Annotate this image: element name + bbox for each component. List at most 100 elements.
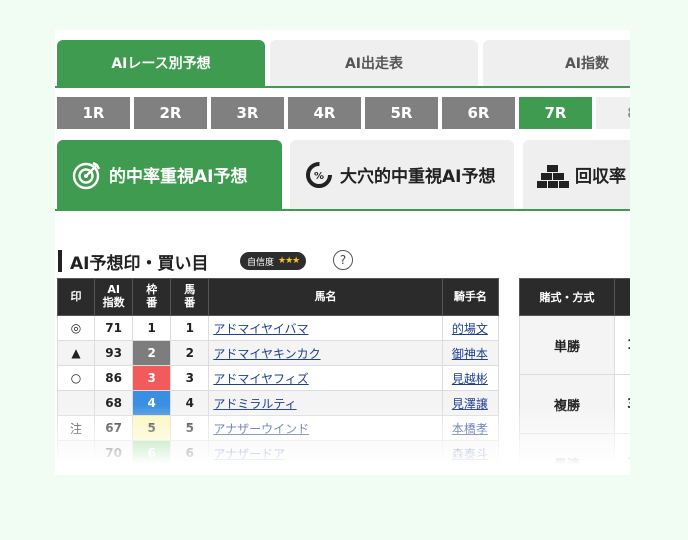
prediction-table: 印 AI 指数 枠 番 馬 番 馬名 騎手名 ◎ 71 1 1 アドマイヤイバマ… <box>56 278 500 466</box>
confidence-stars: ★★★ <box>278 256 300 266</box>
table-row: ▲ 93 2 2 アドマイヤキンカク 御神本 <box>56 340 500 366</box>
mark-cell: ▲ <box>56 340 96 366</box>
waku-cell: 1 <box>132 315 172 341</box>
umaban-cell: 4 <box>170 390 210 416</box>
race-button-2r[interactable]: 2R <box>134 97 207 129</box>
ai-index-cell: 93 <box>94 340 134 366</box>
tab-return-rate-prediction[interactable]: 回収率 <box>523 140 630 209</box>
horse-link[interactable]: アナザーウインド <box>213 422 309 436</box>
race-button-8r[interactable]: 8 <box>596 97 630 129</box>
section-title: AI予想印・買い目 <box>70 254 209 274</box>
horse-name-cell: アドマイヤキンカク <box>208 340 443 366</box>
mark-cell: ◎ <box>56 315 96 341</box>
horse-link[interactable]: アドマイヤイバマ <box>213 322 308 336</box>
tab-longshot-prediction[interactable]: % 大穴的中重視AI予想 <box>290 140 514 209</box>
horse-link[interactable]: アドマイヤキンカク <box>213 347 320 361</box>
bet-type-cell: 複勝 <box>519 374 615 434</box>
section-marker <box>58 250 62 272</box>
header-horse-name: 馬名 <box>208 278 443 316</box>
umaban-cell: 3 <box>170 365 210 391</box>
jockey-link[interactable]: 見越彬 <box>452 372 488 386</box>
jockey-link[interactable]: 的場文 <box>452 322 488 336</box>
umaban-cell: 6 <box>170 440 210 466</box>
race-button-5r[interactable]: 5R <box>365 97 438 129</box>
table-row: 70 6 6 アナザードア 森泰斗 <box>56 440 500 466</box>
bet-type-cell: 馬連 <box>519 433 615 475</box>
horse-name-cell: アナザードア <box>208 440 443 466</box>
jockey-cell: 本橋孝 <box>441 415 500 441</box>
jockey-cell: 見澤譲 <box>441 390 500 416</box>
tab-underline <box>55 86 630 88</box>
bet-value-cell: 1 <box>614 315 630 375</box>
waku-cell: 3 <box>132 365 172 391</box>
mark-cell: ○ <box>56 365 96 391</box>
app-frame: AIレース別予想 AI出走表 AI指数 1R 2R 3R 4R 5R 6R 7R… <box>55 30 630 475</box>
horse-link[interactable]: アナザードア <box>213 447 285 461</box>
mark-cell: 注 <box>56 415 96 441</box>
confidence-badge: 自信度 ★★★ <box>240 252 307 270</box>
jockey-cell: 御神本 <box>441 340 500 366</box>
table-row: ◎ 71 1 1 アドマイヤイバマ 的場文 <box>56 315 500 341</box>
race-button-6r[interactable]: 6R <box>442 97 515 129</box>
tab-ai-race-prediction[interactable]: AIレース別予想 <box>57 40 265 86</box>
waku-cell: 6 <box>132 440 172 466</box>
jockey-cell: 的場文 <box>441 315 500 341</box>
table-row: 注 67 5 5 アナザーウインド 本橋孝 <box>56 415 500 441</box>
jockey-cell: 森泰斗 <box>441 440 500 466</box>
jockey-link[interactable]: 見澤譲 <box>452 397 488 411</box>
waku-cell: 4 <box>132 390 172 416</box>
ai-index-cell: 86 <box>94 365 134 391</box>
help-button[interactable]: ? <box>333 250 353 270</box>
bet-row: 複勝 3 <box>519 374 630 434</box>
bet-value-cell: 3 <box>614 374 630 434</box>
umaban-cell: 5 <box>170 415 210 441</box>
race-button-7r[interactable]: 7R <box>519 97 592 129</box>
tab-ai-entry-table[interactable]: AI出走表 <box>270 40 478 86</box>
umaban-cell: 2 <box>170 340 210 366</box>
horse-name-cell: アナザーウインド <box>208 415 443 441</box>
bet-value-cell: 1 <box>614 433 630 475</box>
bet-header-row: 賭式・方式 <box>519 278 630 316</box>
ai-index-cell: 67 <box>94 415 134 441</box>
bet-type-cell: 単勝 <box>519 315 615 375</box>
race-button-3r[interactable]: 3R <box>211 97 284 129</box>
tab-label: 回収率 <box>575 167 626 187</box>
tab-underline <box>55 209 630 211</box>
target-icon <box>72 161 101 189</box>
tab-label: 大穴的中重視AI予想 <box>340 167 496 187</box>
jockey-link[interactable]: 御神本 <box>452 347 488 361</box>
table-row: ○ 86 3 3 アドマイヤフィズ 見越彬 <box>56 365 500 391</box>
bet-row: 単勝 1 <box>519 315 630 375</box>
tab-accuracy-prediction[interactable]: 的中率重視AI予想 <box>57 140 282 209</box>
table-header-row: 印 AI 指数 枠 番 馬 番 馬名 騎手名 <box>56 278 500 316</box>
race-button-4r[interactable]: 4R <box>288 97 361 129</box>
bet-table: 賭式・方式 単勝 1 複勝 3 馬連 1 <box>519 278 630 475</box>
header-umaban: 馬 番 <box>170 278 210 316</box>
tab-ai-index[interactable]: AI指数 <box>483 40 630 86</box>
confidence-label: 自信度 <box>247 257 275 268</box>
header-bet-type: 賭式・方式 <box>519 278 615 316</box>
header-mark: 印 <box>56 278 96 316</box>
jockey-link[interactable]: 本橋孝 <box>452 422 488 436</box>
waku-cell: 2 <box>132 340 172 366</box>
umaban-cell: 1 <box>170 315 210 341</box>
mark-cell <box>56 390 96 416</box>
gold-bars-icon <box>537 164 569 188</box>
race-button-1r[interactable]: 1R <box>57 97 130 129</box>
horse-name-cell: アドマイヤフィズ <box>208 365 443 391</box>
bet-row: 馬連 1 <box>519 433 630 475</box>
jockey-cell: 見越彬 <box>441 365 500 391</box>
waku-cell: 5 <box>132 415 172 441</box>
horse-name-cell: アドマイヤイバマ <box>208 315 443 341</box>
horse-name-cell: アドミラルティ <box>208 390 443 416</box>
jockey-link[interactable]: 森泰斗 <box>452 447 488 461</box>
tab-label: 的中率重視AI予想 <box>109 167 248 187</box>
horse-link[interactable]: アドマイヤフィズ <box>213 372 308 386</box>
horse-link[interactable]: アドミラルティ <box>213 397 296 411</box>
mark-cell <box>56 440 96 466</box>
svg-text:%: % <box>314 171 324 182</box>
ai-index-cell: 71 <box>94 315 134 341</box>
ai-index-cell: 68 <box>94 390 134 416</box>
ai-index-cell: 70 <box>94 440 134 466</box>
header-bet-value <box>614 278 630 316</box>
